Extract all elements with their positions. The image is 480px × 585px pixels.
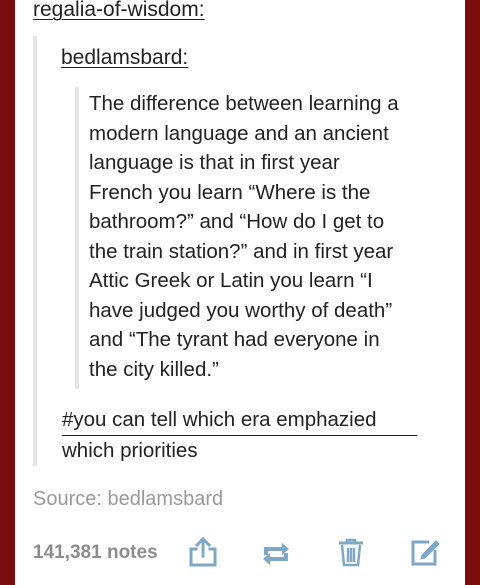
edit-icon[interactable]: [409, 536, 441, 568]
reblog-username-link[interactable]: regalia-of-wisdom:: [33, 0, 205, 22]
original-username-link[interactable]: bedlamsbard:: [61, 46, 188, 70]
quote-border-inner: [75, 87, 79, 389]
delete-icon[interactable]: [335, 536, 367, 568]
tag-line-1: #you can tell which era emphazied: [62, 405, 417, 436]
tag-line-2: which priorities: [62, 438, 198, 462]
notes-count[interactable]: 141,381 notes: [33, 542, 158, 564]
post-source[interactable]: Source: bedlamsbard: [33, 488, 223, 511]
post-body-text: The difference between learning a modern…: [89, 92, 399, 381]
quote-border-outer: [33, 36, 37, 466]
share-icon[interactable]: [187, 536, 219, 568]
reblog-icon[interactable]: [260, 536, 292, 568]
post-tag: #you can tell which era emphazied which …: [62, 405, 417, 465]
post-card: regalia-of-wisdom: bedlamsbard: The diff…: [15, 0, 465, 585]
